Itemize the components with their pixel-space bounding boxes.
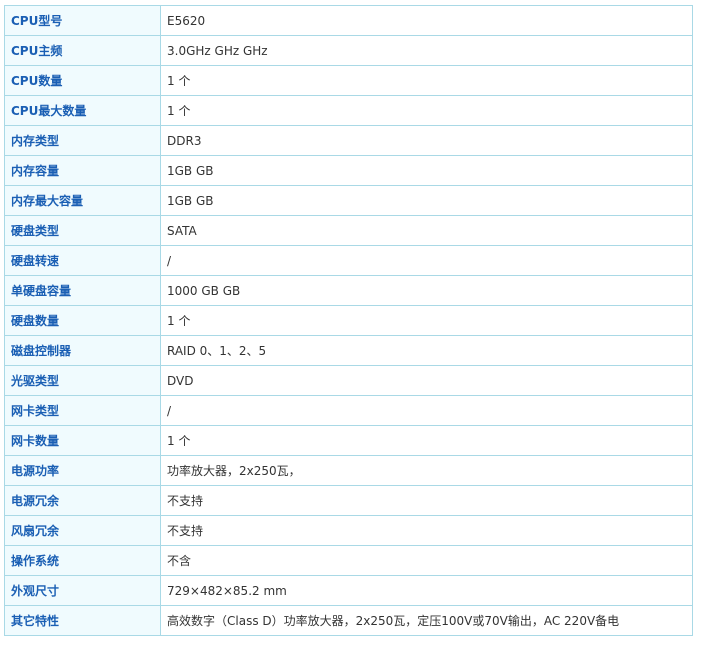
- spec-value: 功率放大器，2x250瓦，: [160, 455, 693, 486]
- spec-row: 磁盘控制器 RAID 0、1、2、5: [4, 335, 693, 366]
- spec-label: 操作系统: [4, 545, 161, 576]
- spec-label: 外观尺寸: [4, 575, 161, 606]
- spec-value: /: [160, 245, 693, 276]
- spec-label: 硬盘类型: [4, 215, 161, 246]
- spec-row: CPU最大数量 1 个: [4, 95, 693, 126]
- spec-value: 不支持: [160, 515, 693, 546]
- spec-row: 光驱类型 DVD: [4, 365, 693, 396]
- spec-label: 硬盘数量: [4, 305, 161, 336]
- spec-value: 1 个: [160, 65, 693, 96]
- spec-value: 3.0GHz GHz GHz: [160, 35, 693, 66]
- spec-value: DDR3: [160, 125, 693, 156]
- spec-label: 单硬盘容量: [4, 275, 161, 306]
- spec-label: CPU数量: [4, 65, 161, 96]
- spec-value: E5620: [160, 5, 693, 36]
- spec-label: 光驱类型: [4, 365, 161, 396]
- spec-label: 其它特性: [4, 605, 161, 636]
- spec-row: 电源冗余 不支持: [4, 485, 693, 516]
- spec-label: 电源功率: [4, 455, 161, 486]
- spec-row: 风扇冗余 不支持: [4, 515, 693, 546]
- spec-row: 电源功率 功率放大器，2x250瓦，: [4, 455, 693, 486]
- spec-row: 操作系统 不含: [4, 545, 693, 576]
- spec-label: 风扇冗余: [4, 515, 161, 546]
- spec-row: 硬盘转速 /: [4, 245, 693, 276]
- spec-row: 内存最大容量 1GB GB: [4, 185, 693, 216]
- spec-row: CPU型号 E5620: [4, 5, 693, 36]
- spec-label: 内存容量: [4, 155, 161, 186]
- spec-row: 网卡类型 /: [4, 395, 693, 426]
- spec-row: CPU数量 1 个: [4, 65, 693, 96]
- spec-table-body: CPU型号 E5620 CPU主频 3.0GHz GHz GHz CPU数量 1 个 …: [4, 5, 693, 636]
- spec-row: CPU主频 3.0GHz GHz GHz: [4, 35, 693, 66]
- spec-label: CPU最大数量: [4, 95, 161, 126]
- spec-value: 不含: [160, 545, 693, 576]
- spec-value: 1 个: [160, 425, 693, 456]
- spec-label: CPU型号: [4, 5, 161, 36]
- spec-value: 1 个: [160, 95, 693, 126]
- spec-label: 内存最大容量: [4, 185, 161, 216]
- spec-label: 电源冗余: [4, 485, 161, 516]
- spec-value: 不支持: [160, 485, 693, 516]
- spec-table: CPU型号 E5620 CPU主频 3.0GHz GHz GHz CPU数量 1 个 …: [4, 5, 693, 636]
- spec-value: 高效数字（Class D）功率放大器，2x250瓦，定压100V或70V输出，A…: [160, 605, 693, 636]
- spec-label: 硬盘转速: [4, 245, 161, 276]
- spec-label: 网卡类型: [4, 395, 161, 426]
- spec-row: 内存容量 1GB GB: [4, 155, 693, 186]
- spec-label: CPU主频: [4, 35, 161, 66]
- spec-value: RAID 0、1、2、5: [160, 335, 693, 366]
- spec-row: 其它特性 高效数字（Class D）功率放大器，2x250瓦，定压100V或70V…: [4, 605, 693, 636]
- spec-row: 硬盘类型 SATA: [4, 215, 693, 246]
- spec-value: 1000 GB GB: [160, 275, 693, 306]
- spec-value: 729×482×85.2 mm: [160, 575, 693, 606]
- spec-row: 硬盘数量 1 个: [4, 305, 693, 336]
- spec-row: 内存类型 DDR3: [4, 125, 693, 156]
- spec-label: 磁盘控制器: [4, 335, 161, 366]
- spec-row: 单硬盘容量 1000 GB GB: [4, 275, 693, 306]
- spec-value: /: [160, 395, 693, 426]
- spec-value: SATA: [160, 215, 693, 246]
- spec-value: 1GB GB: [160, 185, 693, 216]
- spec-value: 1 个: [160, 305, 693, 336]
- spec-label: 网卡数量: [4, 425, 161, 456]
- spec-row: 外观尺寸 729×482×85.2 mm: [4, 575, 693, 606]
- spec-row: 网卡数量 1 个: [4, 425, 693, 456]
- spec-label: 内存类型: [4, 125, 161, 156]
- spec-value: DVD: [160, 365, 693, 396]
- spec-value: 1GB GB: [160, 155, 693, 186]
